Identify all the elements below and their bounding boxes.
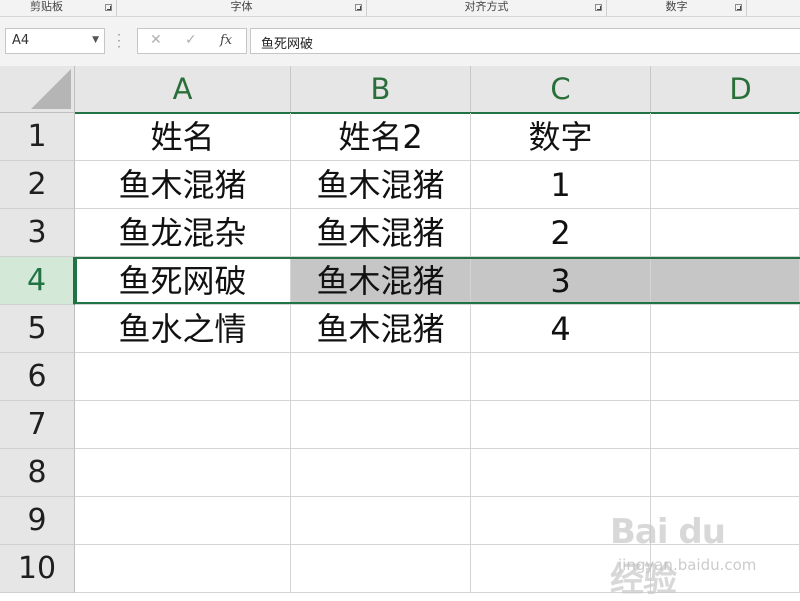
cell-a7[interactable] — [75, 401, 291, 449]
column-header-a[interactable]: A — [75, 66, 291, 113]
cell-c4[interactable]: 3 — [471, 257, 651, 305]
cell-b10[interactable] — [291, 545, 471, 593]
cell-a9[interactable] — [75, 497, 291, 545]
ribbon-group-label: 数字 — [665, 0, 688, 13]
cell-b8[interactable] — [291, 449, 471, 497]
ribbon-group-label: 剪贴板 — [30, 0, 63, 13]
cell-d6[interactable] — [651, 353, 800, 401]
formula-bar: A4 ▼ · · · ✕ ✓ fx 鱼死网破 — [0, 17, 800, 66]
row-header-8[interactable]: 8 — [0, 449, 75, 497]
name-box-value: A4 — [12, 33, 30, 48]
cell-d8[interactable] — [651, 449, 800, 497]
cell-a6[interactable] — [75, 353, 291, 401]
cell-c1[interactable]: 数字 — [471, 113, 651, 161]
row-header-6[interactable]: 6 — [0, 353, 75, 401]
ribbon-group-label: 字体 — [230, 0, 253, 13]
cell-b9[interactable] — [291, 497, 471, 545]
formula-value: 鱼死网破 — [261, 37, 314, 52]
cell-b4[interactable]: 鱼木混猪 — [291, 257, 471, 305]
cell-d2[interactable] — [651, 161, 800, 209]
name-box[interactable]: A4 ▼ — [5, 28, 105, 54]
cell-d1[interactable] — [651, 113, 800, 161]
select-all-icon — [31, 69, 71, 109]
cell-d7[interactable] — [651, 401, 800, 449]
cell-d9[interactable] — [651, 497, 800, 545]
cell-b1[interactable]: 姓名2 — [291, 113, 471, 161]
ribbon-group-clipboard: 剪贴板 — [0, 0, 117, 16]
dialog-launcher-icon[interactable] — [735, 4, 742, 11]
enter-icon[interactable]: ✓ — [185, 32, 197, 48]
ribbon-group-number: 数字 — [607, 0, 747, 16]
row-header-7[interactable]: 7 — [0, 401, 75, 449]
cell-d4[interactable] — [651, 257, 800, 305]
cell-d5[interactable] — [651, 305, 800, 353]
insert-function-icon[interactable]: fx — [220, 33, 232, 48]
column-header-b[interactable]: B — [291, 66, 471, 113]
cell-a2[interactable]: 鱼木混猪 — [75, 161, 291, 209]
formula-input[interactable]: 鱼死网破 — [250, 28, 800, 54]
row-header-2[interactable]: 2 — [0, 161, 75, 209]
cell-c10[interactable] — [471, 545, 651, 593]
cell-b6[interactable] — [291, 353, 471, 401]
cell-c6[interactable] — [471, 353, 651, 401]
dialog-launcher-icon[interactable] — [105, 4, 112, 11]
splitter-handle-icon[interactable]: · · · — [116, 29, 122, 53]
dialog-launcher-icon[interactable] — [355, 4, 362, 11]
cell-c2[interactable]: 1 — [471, 161, 651, 209]
cell-d10[interactable] — [651, 545, 800, 593]
row-header-4[interactable]: 4 — [0, 257, 75, 305]
row-header-1[interactable]: 1 — [0, 113, 75, 161]
formula-tools: ✕ ✓ fx — [137, 28, 247, 54]
cell-c9[interactable] — [471, 497, 651, 545]
dialog-launcher-icon[interactable] — [595, 4, 602, 11]
row-header-5[interactable]: 5 — [0, 305, 75, 353]
ribbon-group-label: 对齐方式 — [464, 0, 509, 13]
ribbon-group-alignment: 对齐方式 — [367, 0, 607, 16]
cell-b7[interactable] — [291, 401, 471, 449]
cell-c3[interactable]: 2 — [471, 209, 651, 257]
row-header-10[interactable]: 10 — [0, 545, 75, 593]
cell-b2[interactable]: 鱼木混猪 — [291, 161, 471, 209]
cell-c7[interactable] — [471, 401, 651, 449]
cell-a10[interactable] — [75, 545, 291, 593]
cancel-icon[interactable]: ✕ — [150, 32, 162, 48]
cell-a1[interactable]: 姓名 — [75, 113, 291, 161]
cell-b5[interactable]: 鱼木混猪 — [291, 305, 471, 353]
select-all-button[interactable] — [0, 66, 75, 113]
cell-a5[interactable]: 鱼水之情 — [75, 305, 291, 353]
chevron-down-icon[interactable]: ▼ — [92, 35, 99, 45]
cell-a4[interactable]: 鱼死网破 — [75, 257, 291, 305]
row-header-3[interactable]: 3 — [0, 209, 75, 257]
cell-a8[interactable] — [75, 449, 291, 497]
cell-b3[interactable]: 鱼木混猪 — [291, 209, 471, 257]
cell-d3[interactable] — [651, 209, 800, 257]
row-header-9[interactable]: 9 — [0, 497, 75, 545]
cell-a3[interactable]: 鱼龙混杂 — [75, 209, 291, 257]
ribbon-group-labels: 剪贴板 字体 对齐方式 数字 — [0, 0, 800, 17]
column-header-d[interactable]: D — [651, 66, 800, 113]
cell-c8[interactable] — [471, 449, 651, 497]
cell-c5[interactable]: 4 — [471, 305, 651, 353]
column-header-c[interactable]: C — [471, 66, 651, 113]
ribbon-group-font: 字体 — [117, 0, 367, 16]
